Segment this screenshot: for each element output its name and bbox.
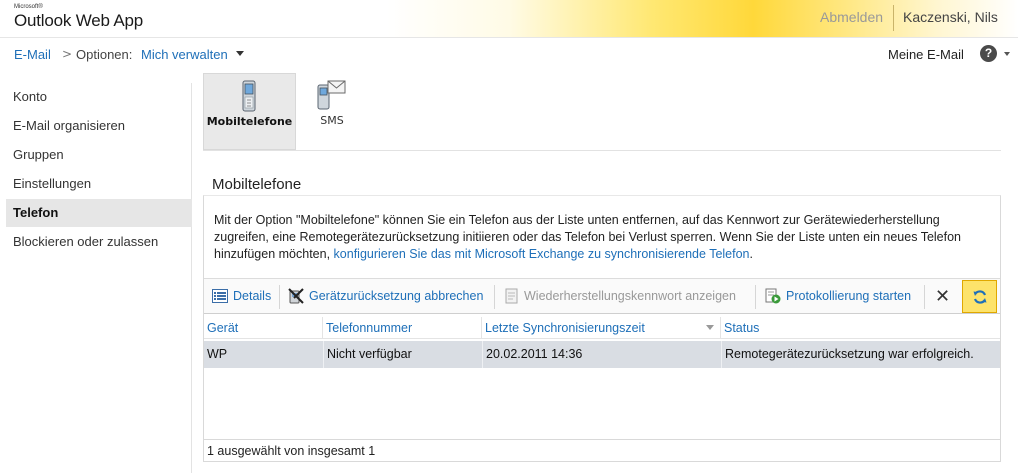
breadcrumb-email-link[interactable]: E-Mail <box>14 47 51 62</box>
toolbar-divider <box>924 285 925 309</box>
sidebar-item-konto[interactable]: Konto <box>6 83 192 111</box>
outlook-logo[interactable]: Microsoft® Outlook Web App <box>14 4 143 31</box>
cell-status: Remotegerätezurücksetzung war erfolgreic… <box>725 347 974 361</box>
description-text: Mit der Option "Mobiltelefone" können Si… <box>214 212 992 263</box>
breadcrumb-separator: > <box>62 47 73 61</box>
description-end: . <box>749 247 753 261</box>
column-header-sync-time[interactable]: Letzte Synchronisierungszeit <box>482 317 721 339</box>
cancel-wipe-label: Gerätzurücksetzung abbrechen <box>309 289 484 303</box>
mobile-phone-icon <box>242 80 256 112</box>
cancel-wipe-button[interactable]: Gerätzurücksetzung abbrechen <box>288 279 483 314</box>
grid-header: Gerät Telefonnummer Letzte Synchronisier… <box>204 317 1000 339</box>
details-icon <box>212 288 228 303</box>
start-logging-icon <box>765 288 781 304</box>
cell-last-sync: 20.02.2011 14:36 <box>486 347 583 361</box>
toolbar-divider <box>494 285 495 309</box>
tab-sms-label: SMS <box>320 114 344 127</box>
sidebar-item-gruppen[interactable]: Gruppen <box>6 141 192 169</box>
logo-microsoft-label: Microsoft® <box>14 4 43 10</box>
column-header-status[interactable]: Status <box>721 317 1000 339</box>
cell-phone-number: Nicht verfügbar <box>327 347 412 361</box>
refresh-icon <box>973 290 986 304</box>
table-row[interactable]: WP Nicht verfügbar 20.02.2011 14:36 Remo… <box>204 341 1000 368</box>
details-button[interactable]: Details <box>212 279 271 314</box>
options-tabstrip: Mobiltelefone SMS <box>203 73 1001 151</box>
column-header-telefonnummer[interactable]: Telefonnummer <box>323 317 482 339</box>
sidebar: Konto E-Mail organisieren Gruppen Einste… <box>0 83 192 473</box>
refresh-button[interactable] <box>962 280 997 313</box>
my-mail-link[interactable]: Meine E-Mail <box>888 47 964 62</box>
grid-toolbar: Details Gerätzurücksetzung abbrechen Wie… <box>204 278 1000 314</box>
sidebar-item-blockieren[interactable]: Blockieren oder zulassen <box>6 228 192 256</box>
tab-mobiltelefone[interactable]: Mobiltelefone <box>203 73 296 150</box>
logo-product-name: Outlook Web App <box>14 11 143 30</box>
breadcrumb-options-label: Optionen: <box>76 47 133 62</box>
breadcrumb: E-Mail > Optionen: Mich verwalten Meine … <box>0 38 1018 70</box>
delete-icon[interactable]: ✕ <box>935 288 950 306</box>
column-header-sync-time-label: Letzte Synchronisierungszeit <box>485 321 645 335</box>
column-header-geraet[interactable]: Gerät <box>204 317 323 339</box>
user-name[interactable]: Kaczenski, Nils <box>903 9 998 25</box>
selection-count: 1 ausgewählt von insgesamt 1 <box>207 444 376 458</box>
configure-phone-link[interactable]: konfigurieren Sie das mit Microsoft Exch… <box>334 247 750 261</box>
toolbar-divider <box>279 285 280 309</box>
sidebar-item-telefon[interactable]: Telefon <box>6 199 192 227</box>
grid-footer: 1 ausgewählt von insgesamt 1 <box>204 439 1000 461</box>
breadcrumb-manage-link[interactable]: Mich verwalten <box>141 47 228 62</box>
help-chevron-down-icon[interactable] <box>1004 52 1010 56</box>
details-label: Details <box>233 289 272 303</box>
start-logging-label: Protokollierung starten <box>786 289 912 303</box>
toolbar-divider <box>755 285 756 309</box>
cell-device: WP <box>207 347 228 361</box>
cancel-wipe-icon <box>288 287 304 304</box>
show-recovery-password-label: Wiederherstellungskennwort anzeigen <box>524 289 736 303</box>
show-recovery-password-button[interactable]: Wiederherstellungskennwort anzeigen <box>505 279 736 314</box>
sort-descending-icon <box>706 325 714 330</box>
chevron-down-icon[interactable] <box>236 51 244 56</box>
tab-sms[interactable]: SMS <box>297 73 367 150</box>
header-divider <box>893 5 894 31</box>
app-header: Microsoft® Outlook Web App Abmelden Kacz… <box>0 0 1018 38</box>
sidebar-item-email-organisieren[interactable]: E-Mail organisieren <box>6 112 192 140</box>
sidebar-item-einstellungen[interactable]: Einstellungen <box>6 170 192 198</box>
recovery-password-icon <box>505 288 518 304</box>
help-icon[interactable]: ? <box>980 45 997 62</box>
page-title: Mobiltelefone <box>212 176 302 193</box>
sms-icon <box>317 80 346 110</box>
start-logging-button[interactable]: Protokollierung starten <box>765 279 911 314</box>
tab-mobiltelefone-label: Mobiltelefone <box>206 115 293 128</box>
signout-link[interactable]: Abmelden <box>820 9 883 25</box>
